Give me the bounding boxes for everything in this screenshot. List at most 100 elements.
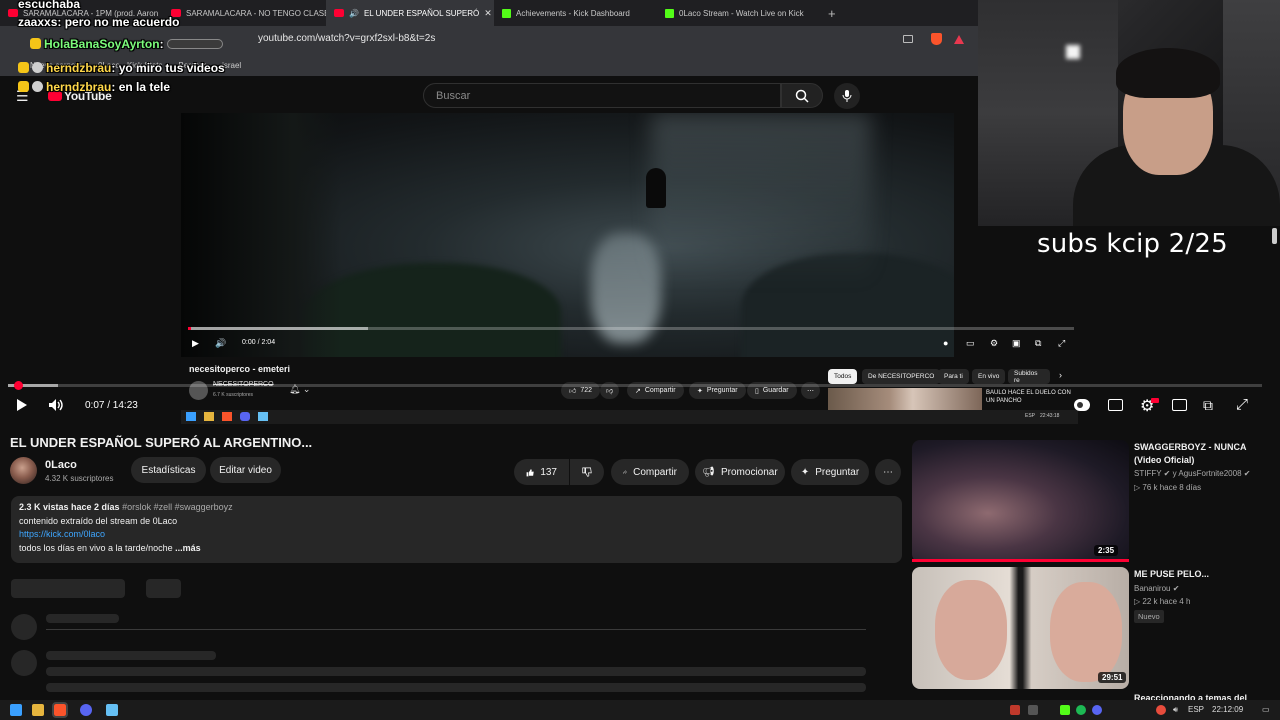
tab-label: EL UNDER ESPAÑOL SUPERÓ [363,8,480,18]
youtube-icon [334,9,344,17]
tray-language[interactable]: ESP [1188,705,1204,714]
chip-para-ti[interactable]: Para ti [938,369,969,384]
inner-miniplayer-icon[interactable]: ▣ [1012,338,1021,349]
stats-button[interactable]: Estadísticas [131,457,206,483]
subtitles-icon[interactable] [1108,399,1123,411]
tray-app-icon[interactable] [1010,705,1020,715]
browser-tab[interactable]: SARAMALACARA - NO TENGO CLASE [163,0,326,26]
show-more-button[interactable]: ...más [175,543,201,553]
chat-text: yo miro tus videos [118,61,225,75]
windows-start-icon[interactable] [10,704,22,716]
more-actions-button[interactable]: ⋯ [875,459,901,485]
description-box[interactable]: 2.3 K vistas hace 2 días #orslok #zell #… [11,496,902,563]
chip-en-vivo[interactable]: En vivo [972,369,1006,384]
tray-kick-icon[interactable] [1060,705,1070,715]
discord-icon[interactable] [80,704,92,716]
volume-button[interactable] [48,398,65,417]
tray-discord-icon[interactable] [1092,705,1102,715]
tab-label: 0Laco Stream - Watch Live on Kick [679,8,804,18]
inner-autoplay-icon[interactable]: ● [943,338,948,348]
close-tab-icon[interactable]: ✕ [484,8,492,19]
os-taskbar [0,700,1280,720]
tray-clock[interactable]: 22:12:09 [1212,705,1243,714]
edit-video-button[interactable]: Editar video [210,457,281,483]
thumbs-up-icon: 👍︎ [569,388,577,395]
tray-app-icon[interactable] [1028,705,1038,715]
inner-share-label: Compartir [644,387,676,394]
chevron-right-icon[interactable]: › [1059,370,1062,380]
browser-tab[interactable]: 0Laco Stream - Watch Live on Kick [657,0,820,26]
new-tab-icon[interactable]: + [828,6,836,21]
tray-spotify-icon[interactable] [1076,705,1086,715]
inner-taskbar [181,410,1078,424]
inner-play-icon[interactable]: ▶ [192,338,199,349]
share-label: Compartir [633,466,677,478]
ask-button[interactable]: ✦ Preguntar [791,459,869,485]
video-title: EL UNDER ESPAÑOL SUPERÓ AL ARGENTINO... [10,435,313,450]
verified-icon: ✔ [1163,469,1171,478]
dislike-button[interactable] [570,459,604,485]
notepad-icon[interactable] [106,704,118,716]
cast-icon[interactable]: ⧉ [1203,397,1213,414]
channel-avatar[interactable] [10,457,37,484]
tray-volume-icon[interactable]: 🔊︎ [1173,705,1178,715]
fullscreen-icon[interactable]: ⤢ [1236,396,1248,413]
miniplayer-icon[interactable] [1172,399,1187,411]
browser-tab[interactable]: Achievements - Kick Dashboard [494,0,657,26]
video-scene-shade [181,113,341,357]
chat-message: HolaBanaSoyAyrton: [30,37,223,51]
outer-progress-track[interactable] [8,384,1262,387]
hashtags[interactable]: #orslok #zell #swaggerboyz [122,502,233,512]
autoplay-toggle[interactable] [1074,399,1090,411]
more-horizontal-icon: ⋯ [883,466,893,478]
thumbs-up-icon [526,468,534,476]
rec-channel[interactable]: STIFFY ✔ y AgusFortnite2008 ✔ [1134,467,1274,481]
inner-subtitles-icon[interactable]: ▭ [966,338,975,349]
channel-name[interactable]: 0Laco [45,459,77,471]
chat-username: herndzbrau [46,61,112,75]
video-scene-mist [651,113,871,357]
chip-subidos[interactable]: Subidos re [1008,369,1050,384]
scrollbar-thumb[interactable] [1272,228,1277,244]
inner-rec-title[interactable]: BAULO HACE EL DUELO CON UN PANCHO [986,389,1076,405]
rec-duration: 29:51 [1098,672,1127,683]
url-field[interactable]: youtube.com/watch?v=grxf2sxl-b8&t=2s [258,33,435,44]
rec-channel[interactable]: Bananirou ✔ [1134,582,1179,596]
chat-message: herndzbrau: yo miro tus videos [18,61,225,75]
rec-meta-text: 22 k hace 4 h [1142,597,1191,606]
like-button[interactable]: 137 [514,459,569,485]
screen-icon[interactable] [903,35,913,43]
voice-search-button[interactable] [834,83,860,109]
inner-cast-icon[interactable]: ⧉ [1035,338,1041,349]
inner-video-frame[interactable] [181,113,954,357]
chat-username: HolaBanaSoyAyrton [44,37,160,51]
share-button[interactable]: Compartir [611,459,689,485]
description-link[interactable]: https://kick.com/0laco [19,529,105,539]
search-input[interactable]: Buscar [423,83,781,108]
inner-ask-label: Preguntar [706,387,738,394]
chat-message: zaaxxs: pero no me acuerdo [18,15,180,29]
file-explorer-icon[interactable] [32,704,44,716]
inner-volume-icon[interactable]: 🔊 [215,338,226,349]
inner-tray-clock: 22:43:18 [1040,413,1060,419]
avatar-skeleton [11,614,37,640]
notifications-icon[interactable]: ▭ [1262,705,1270,714]
brave-icon[interactable] [52,702,68,718]
rec-title[interactable]: ME PUSE PELO... [1134,568,1274,581]
rec-title[interactable]: SWAGGERBOYZ - NUNCA (Video Oficial) [1134,441,1274,467]
promote-button[interactable]: 📢︎ Promocionar [695,459,785,485]
play-button[interactable] [14,398,28,417]
inner-settings-icon[interactable]: ⚙ [990,338,998,349]
new-badge: Nuevo [1134,610,1164,623]
chip-todos[interactable]: Todos [828,369,858,384]
browser-tab-active[interactable]: 🔊 EL UNDER ESPAÑOL SUPERÓ ✕ [326,0,494,26]
thumbs-down-icon: 👎︎ [606,388,614,395]
brave-shield-icon[interactable] [931,33,942,45]
rec-thumbnail[interactable] [912,440,1129,562]
tray-app-icon[interactable] [1156,705,1166,715]
chip-channel[interactable]: De NECESITOPERCO [862,369,941,384]
outer-progress-scrubber[interactable] [14,381,23,390]
rewards-icon[interactable] [954,35,964,44]
search-button[interactable] [781,83,823,108]
inner-fullscreen-icon[interactable]: ⤢ [1058,338,1065,349]
